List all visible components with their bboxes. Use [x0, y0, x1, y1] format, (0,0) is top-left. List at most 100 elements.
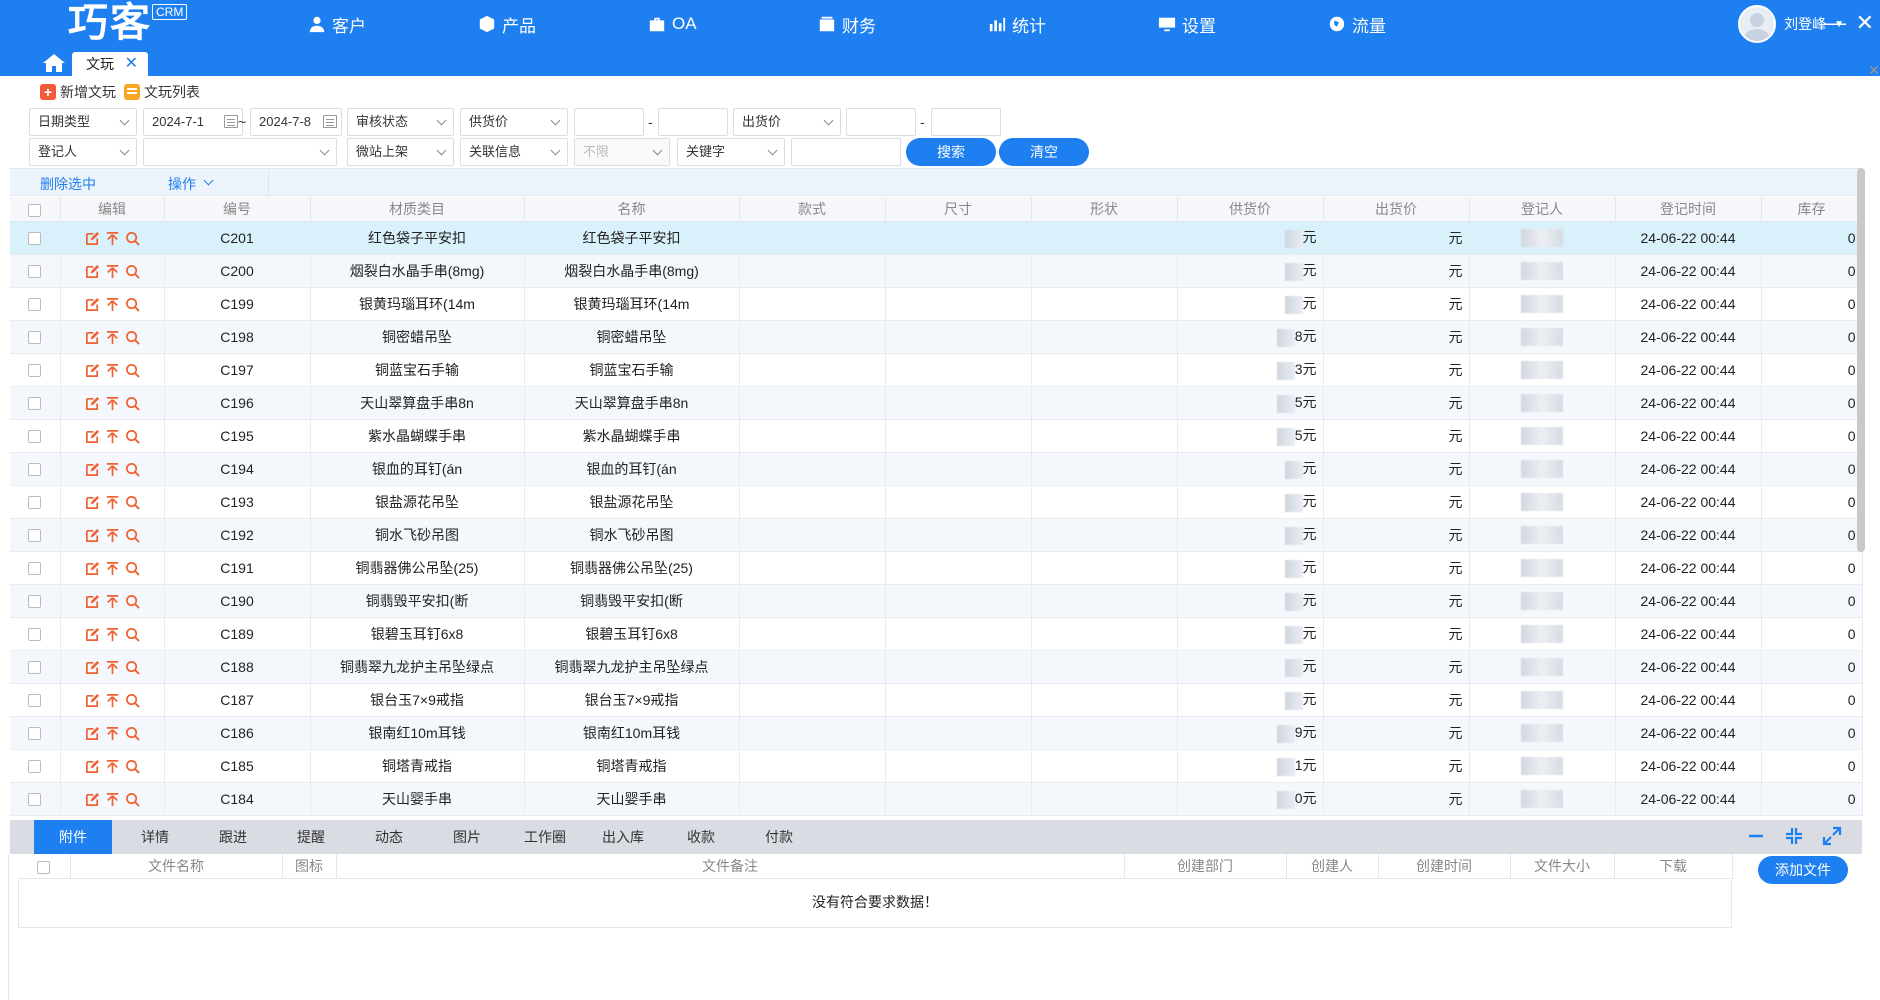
- expand-panel-icon[interactable]: [1822, 826, 1842, 846]
- row-checkbox[interactable]: [28, 232, 42, 246]
- column-header[interactable]: 创建时间: [1378, 854, 1511, 879]
- tab-followup[interactable]: 跟进: [198, 820, 268, 854]
- tab-images[interactable]: 图片: [432, 820, 502, 854]
- nav-statistics[interactable]: 统计: [988, 0, 1046, 48]
- edit-icon[interactable]: [85, 330, 100, 345]
- search-icon[interactable]: [125, 561, 140, 576]
- nav-customers[interactable]: 客户: [308, 0, 366, 48]
- row-checkbox[interactable]: [28, 661, 42, 675]
- search-icon[interactable]: [125, 726, 140, 741]
- nav-settings[interactable]: 设置: [1158, 0, 1216, 48]
- registrar-select[interactable]: 登记人: [29, 138, 137, 166]
- add-wenwan-link[interactable]: 新增文玩: [60, 82, 116, 102]
- pin-top-icon[interactable]: [105, 330, 120, 345]
- add-file-button[interactable]: 添加文件: [1758, 856, 1848, 884]
- column-header[interactable]: 登记人: [1469, 197, 1616, 222]
- edit-icon[interactable]: [85, 660, 100, 675]
- search-icon[interactable]: [125, 792, 140, 807]
- supply-price-select[interactable]: 供货价: [460, 108, 568, 136]
- search-button[interactable]: 搜索: [906, 138, 996, 166]
- edit-icon[interactable]: [85, 495, 100, 510]
- column-header[interactable]: 创建人: [1286, 854, 1379, 879]
- home-icon[interactable]: [42, 53, 66, 73]
- edit-icon[interactable]: [85, 627, 100, 642]
- edit-icon[interactable]: [85, 726, 100, 741]
- pin-top-icon[interactable]: [105, 528, 120, 543]
- table-row[interactable]: C187 银台玉7×9戒指 银台玉7×9戒指元元 24-06-22 00:44 0: [10, 683, 1863, 717]
- column-header[interactable]: 款式: [739, 197, 886, 222]
- row-checkbox[interactable]: [28, 331, 42, 345]
- calendar-icon[interactable]: [323, 115, 337, 128]
- row-checkbox[interactable]: [28, 298, 42, 312]
- tab-wenwan[interactable]: 文玩 ✕: [72, 52, 148, 76]
- column-header[interactable]: 编号: [164, 197, 311, 222]
- date-to-input[interactable]: 2024-7-8: [250, 108, 342, 136]
- column-header[interactable]: 出货价: [1323, 197, 1470, 222]
- pin-top-icon[interactable]: [105, 231, 120, 246]
- keyword-type-select[interactable]: 关键字: [677, 138, 785, 166]
- column-header[interactable]: 创建部门: [1124, 854, 1287, 879]
- search-icon[interactable]: [125, 495, 140, 510]
- search-icon[interactable]: [125, 627, 140, 642]
- column-header[interactable]: 登记时间: [1615, 197, 1762, 222]
- search-icon[interactable]: [125, 693, 140, 708]
- tab-inventory[interactable]: 出入库: [588, 820, 658, 854]
- add-icon[interactable]: +: [40, 84, 56, 100]
- edit-icon[interactable]: [85, 528, 100, 543]
- operate-dropdown[interactable]: 操作: [168, 174, 196, 194]
- column-header[interactable]: 文件名称: [70, 854, 283, 879]
- pin-top-icon[interactable]: [105, 297, 120, 312]
- nav-oa[interactable]: OA: [648, 0, 697, 48]
- search-icon[interactable]: [125, 429, 140, 444]
- nav-traffic[interactable]: 流量: [1328, 0, 1386, 48]
- calendar-icon[interactable]: [224, 115, 238, 128]
- tab-activity[interactable]: 动态: [354, 820, 424, 854]
- tab-workcircle[interactable]: 工作圈: [510, 820, 580, 854]
- table-row[interactable]: C185 铜塔青戒指 铜塔青戒指 1元元 24-06-22 00:44 0: [10, 749, 1863, 783]
- edit-icon[interactable]: [85, 693, 100, 708]
- column-header[interactable]: 供货价: [1177, 197, 1324, 222]
- search-icon[interactable]: [125, 660, 140, 675]
- column-header[interactable]: 编辑: [60, 197, 165, 222]
- row-checkbox[interactable]: [28, 595, 42, 609]
- tab-payments[interactable]: 付款: [744, 820, 814, 854]
- sale-price-min-input[interactable]: [846, 108, 916, 136]
- table-row[interactable]: C197 铜蓝宝石手输 铜蓝宝石手输 3元元 24-06-22 00:44 0: [10, 353, 1863, 387]
- edit-icon[interactable]: [85, 594, 100, 609]
- pin-top-icon[interactable]: [105, 561, 120, 576]
- wenwan-list-link[interactable]: 文玩列表: [144, 82, 200, 102]
- minimize-icon[interactable]: —: [1824, 10, 1846, 36]
- close-icon[interactable]: ✕: [1856, 10, 1874, 36]
- select-all-checkbox[interactable]: [37, 860, 51, 874]
- app-logo[interactable]: 巧客: [68, 0, 152, 46]
- row-checkbox[interactable]: [28, 760, 42, 774]
- edit-icon[interactable]: [85, 792, 100, 807]
- search-icon[interactable]: [125, 396, 140, 411]
- nav-finance[interactable]: 财务: [818, 0, 876, 48]
- sale-price-max-input[interactable]: [931, 108, 1001, 136]
- row-checkbox[interactable]: [28, 397, 42, 411]
- close-all-icon[interactable]: ✕: [1868, 62, 1880, 79]
- column-header[interactable]: 形状: [1031, 197, 1178, 222]
- pin-top-icon[interactable]: [105, 462, 120, 477]
- table-row[interactable]: C188 铜翡翠九龙护主吊坠绿点 铜翡翠九龙护主吊坠绿点元元 24-06-22 00:…: [10, 650, 1863, 684]
- row-checkbox[interactable]: [28, 529, 42, 543]
- table-row[interactable]: C194 银血的耳钉(án 银血的耳钉(án 元元 24-06-22 00:44 0: [10, 452, 1863, 486]
- minimize-panel-icon[interactable]: [1746, 826, 1766, 846]
- row-checkbox[interactable]: [28, 793, 42, 807]
- column-header[interactable]: 名称: [524, 197, 740, 222]
- pin-top-icon[interactable]: [105, 264, 120, 279]
- table-row[interactable]: C186 银南红10m耳钱 银南红10m耳钱 9元元 24-06-22 00:44 0: [10, 716, 1863, 750]
- tab-attachments[interactable]: 附件: [34, 820, 112, 854]
- search-icon[interactable]: [125, 462, 140, 477]
- edit-icon[interactable]: [85, 759, 100, 774]
- pin-top-icon[interactable]: [105, 429, 120, 444]
- column-header[interactable]: 材质类目: [310, 197, 525, 222]
- column-header[interactable]: 下载: [1614, 854, 1733, 879]
- column-header[interactable]: 文件大小: [1510, 854, 1615, 879]
- pin-top-icon[interactable]: [105, 726, 120, 741]
- micro-site-select[interactable]: 微站上架: [347, 138, 454, 166]
- row-checkbox[interactable]: [28, 628, 42, 642]
- search-icon[interactable]: [125, 594, 140, 609]
- keyword-input[interactable]: [791, 138, 901, 166]
